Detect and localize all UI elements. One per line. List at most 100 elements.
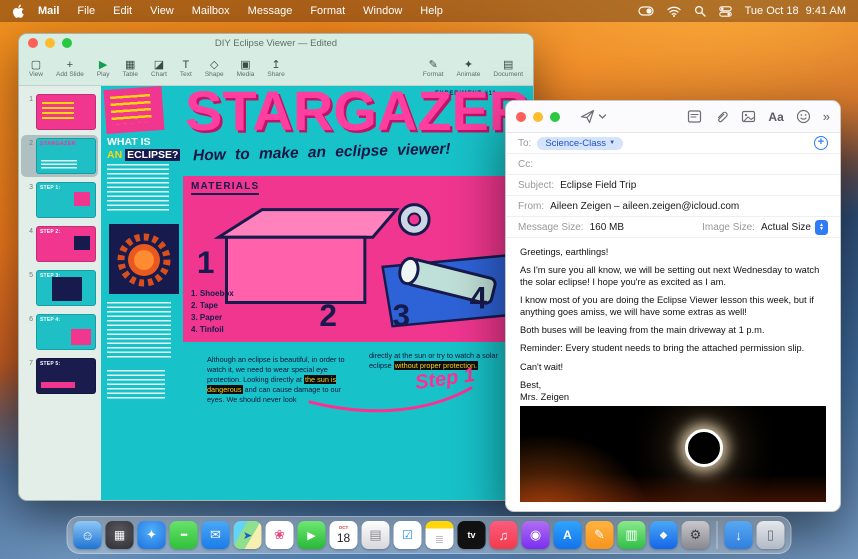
dock-music-icon[interactable]: ♫ [489,521,518,549]
minimize-button[interactable] [45,38,55,48]
dock-calendar-icon[interactable]: OCT 18 [329,521,358,549]
dock-reminders-icon[interactable]: ☑ [393,521,422,549]
subject-field[interactable]: Subject: Eclipse Field Trip [506,175,840,196]
dock-trash-icon[interactable]: ▯ [756,521,785,549]
slide-thumbnail-6[interactable]: STEP 4: [36,314,96,350]
menu-item-file[interactable]: File [68,5,104,17]
add-recipient-button[interactable]: + [814,136,828,150]
add-slide-button[interactable]: + Add Slide [56,59,84,78]
dock-pages-icon[interactable]: ✎ [585,521,614,549]
slide-thumbnail-4[interactable]: STEP 2: [36,226,96,262]
shape-button[interactable]: ◇ Shape [205,59,224,78]
wifi-icon[interactable] [666,6,681,17]
minimize-button[interactable] [533,111,543,122]
dock-launchpad-icon[interactable]: ▦ [105,521,134,549]
menu-item-help[interactable]: Help [411,5,452,17]
menu-item-mailbox[interactable]: Mailbox [183,5,239,17]
slide-thumbnail-5[interactable]: STEP 3: [36,270,96,306]
message-body[interactable]: Greetings, earthlings! As I'm sure you a… [506,238,840,403]
dock-maps-icon[interactable]: ➤ [233,521,262,549]
recipient-token[interactable]: Science-Class ▼ [537,136,624,150]
play-button[interactable]: ▶ Play [97,59,110,78]
paragraph-placeholder[interactable] [107,370,165,400]
text-button[interactable]: T Text [180,59,192,78]
menu-item-message[interactable]: Message [239,5,302,17]
what-is-heading[interactable]: WHAT IS AN ECLIPSE? [107,136,181,161]
dock-podcasts-icon[interactable]: ◉ [521,521,550,549]
dock-photos-icon[interactable]: ❀ [265,521,294,549]
slide-headline[interactable]: STARGAZER [185,86,529,143]
animate-button[interactable]: ✦ Animate [457,59,481,78]
header-fields-icon[interactable] [687,109,702,124]
dock-tv-icon[interactable]: tv [457,521,486,549]
slide-thumbnail-row-6[interactable]: 6 STEP 4: [21,311,98,353]
toggle-icon[interactable] [638,6,654,16]
sun-illustration[interactable] [109,224,179,294]
to-field[interactable]: To: Science-Class ▼ + [506,133,840,154]
slide-thumbnail-7[interactable]: STEP 5: [36,358,96,394]
dock-system-settings-icon[interactable]: ⚙ [681,521,710,549]
signature-line: Best, [520,379,542,390]
slide-subhead[interactable]: How to make an eclipse viewer! [193,141,451,166]
zoom-button[interactable] [550,111,560,122]
slide-thumbnail-3[interactable]: STEP 1: [36,182,96,218]
format-fonts-button[interactable]: Aa [768,110,783,124]
slide-thumbnail-row-3[interactable]: 3 STEP 1: [21,179,98,221]
view-button[interactable]: ▢ View [29,59,43,78]
slide-canvas[interactable]: EXPERIMENT #11 STARGAZER How to make an … [101,86,533,500]
more-toolbar-items-button[interactable]: » [823,109,830,124]
format-button[interactable]: ✎ Format [423,59,444,78]
control-center-icon[interactable] [718,5,732,17]
table-button[interactable]: ▦ Table [122,59,138,78]
menu-item-edit[interactable]: Edit [104,5,141,17]
document-button[interactable]: ▤ Document [493,59,523,78]
close-button[interactable] [516,111,526,122]
mail-toolbar[interactable]: Aa » [506,101,840,133]
slide-thumbnail-2[interactable]: STARGAZER [36,138,96,174]
zoom-button[interactable] [62,38,72,48]
dock-app-store-icon[interactable]: A [553,521,582,549]
attach-icon[interactable] [714,109,729,124]
dock-notes-icon[interactable]: ≣ [425,521,454,549]
slide-thumbnail-1[interactable] [36,94,96,130]
menu-item-format[interactable]: Format [301,5,354,17]
dock-downloads-icon[interactable]: ↓ [724,521,753,549]
menu-item-window[interactable]: Window [354,5,411,17]
slide-thumbnail-row-2[interactable]: 2 STARGAZER [21,135,98,177]
menu-item-view[interactable]: View [141,5,183,17]
search-icon[interactable] [694,5,706,17]
close-button[interactable] [28,38,38,48]
slide-thumbnail-row-5[interactable]: 5 STEP 3: [21,267,98,309]
dock-facetime-icon[interactable]: ▶ [297,521,326,549]
paragraph-placeholder[interactable] [107,164,169,212]
image-size-select[interactable]: Actual Size ▲ ▼ [761,219,828,235]
media-button[interactable]: ▣ Media [237,59,255,78]
send-icon[interactable] [580,109,595,124]
dock-keynote-icon[interactable]: ◆ [649,521,678,549]
paragraph-placeholder[interactable] [107,302,171,360]
dock-finder-icon[interactable]: ☺ [73,521,102,549]
slide-thumbnail-row-4[interactable]: 4 STEP 2: [21,223,98,265]
cc-field[interactable]: Cc: [506,154,840,175]
dock-mail-icon[interactable]: ✉ [201,521,230,549]
dock-safari-icon[interactable]: ✦ [137,521,166,549]
dock-numbers-icon[interactable]: ▥ [617,521,646,549]
send-options-chevron-icon[interactable] [598,112,607,121]
dock-contacts-icon[interactable]: ▤ [361,521,390,549]
slide-sticker-graphic[interactable] [103,86,165,134]
menu-clock[interactable]: Tue Oct 18 9:41 AM [745,5,846,17]
menu-app-name[interactable]: Mail [29,5,68,17]
from-field[interactable]: From: Aileen Zeigen – aileen.zeigen@iclo… [506,196,840,217]
dock-messages-icon[interactable]: ••• [169,521,198,549]
slide-number: 3 [29,184,33,191]
eclipse-photo-attachment[interactable] [520,405,826,502]
emoji-icon[interactable] [796,109,811,124]
slide-thumbnail-row-7[interactable]: 7 STEP 5: [21,355,98,397]
chart-button[interactable]: ◪ Chart [151,59,167,78]
insert-photo-icon[interactable] [741,109,756,124]
keynote-titlebar[interactable]: DIY Eclipse Viewer — Edited [19,34,533,52]
share-button[interactable]: ↥ Share [267,59,284,78]
slide-thumbnail-row-1[interactable]: 1 [21,91,98,133]
materials-panel[interactable]: MATERIALS 1 2 3 4 1. Shoebox 2. Tape 3. … [183,176,521,342]
apple-menu-icon[interactable] [12,4,25,19]
